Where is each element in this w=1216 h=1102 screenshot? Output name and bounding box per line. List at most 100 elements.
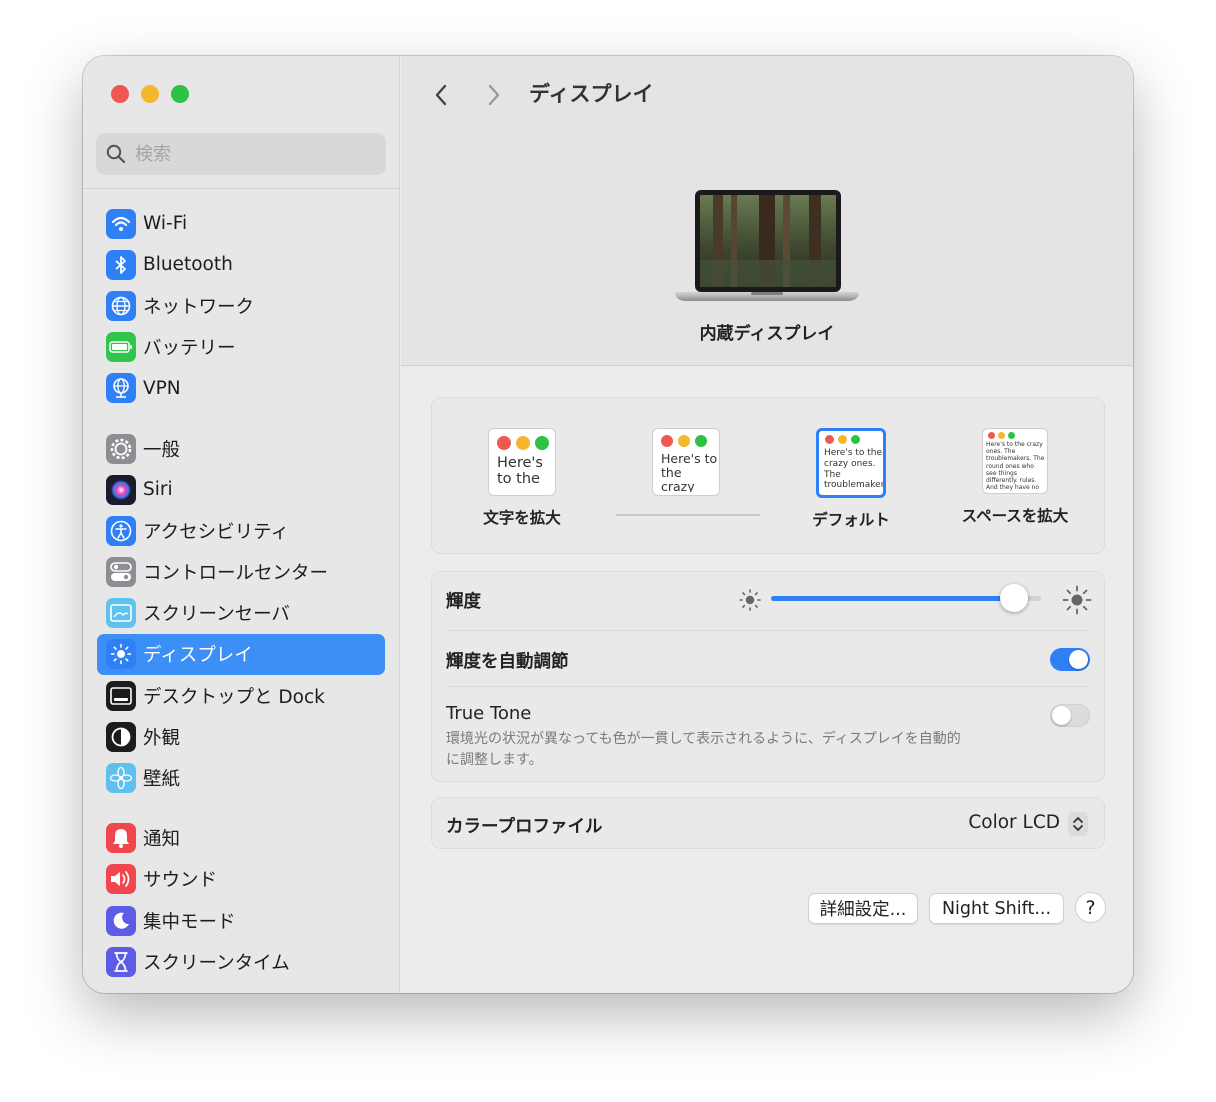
sidebar-item-siri[interactable]: Siri: [97, 469, 385, 510]
resolution-divider: [616, 514, 760, 516]
night-shift-button[interactable]: Night Shift...: [929, 893, 1064, 924]
sidebar-group: Wi-Fi Bluetooth ネットワークバッテリー VPN: [97, 203, 385, 409]
true-tone-toggle[interactable]: [1050, 704, 1090, 727]
globe-icon: [106, 290, 136, 321]
divider: [446, 630, 1090, 631]
vpn-globe-icon: [106, 373, 136, 404]
true-tone-label: True Tone: [446, 703, 532, 724]
sidebar-item-bluetooth[interactable]: Bluetooth: [97, 244, 385, 285]
brightness-fill: [771, 596, 1014, 601]
sidebar-item-label: ネットワーク: [143, 296, 255, 318]
sample-text: Here's to the crazy ones. The troublemak…: [497, 456, 543, 490]
sidebar-item-globe[interactable]: ネットワーク: [97, 285, 385, 326]
chevron-right-icon: [488, 84, 500, 106]
color-profile-panel: カラープロファイル Color LCD: [431, 797, 1105, 849]
sidebar-item-bell[interactable]: 通知: [97, 818, 385, 859]
traffic-lights: [111, 85, 189, 103]
auto-brightness-toggle[interactable]: [1050, 648, 1090, 671]
sidebar-item-moon[interactable]: 集中モード: [97, 900, 385, 941]
sidebar-item-appearance[interactable]: 外観: [97, 716, 385, 757]
sun-small-icon: [739, 589, 761, 611]
main-pane: ディスプレイ 内蔵ディスプレイ Here's to the 文字を拡大 Here…: [401, 56, 1133, 993]
resolution-thumbnail: Here's to the crazy ones. The troublemak…: [488, 428, 556, 496]
sample-text: Here's to the crazy ones. The troublemak…: [986, 441, 1045, 491]
siri-icon: [106, 474, 136, 505]
sidebar-item-label: Wi-Fi: [143, 213, 188, 235]
display-sun-icon: [106, 639, 136, 670]
resolution-panel: Here's to the crazy ones. The troublemak…: [431, 397, 1105, 554]
sidebar-item-dock[interactable]: デスクトップと Dock: [97, 675, 385, 716]
sidebar-item-accessibility[interactable]: アクセシビリティ: [97, 510, 385, 551]
moon-icon: [106, 905, 136, 936]
color-profile-popup-button[interactable]: [1068, 812, 1088, 836]
sidebar-item-speaker[interactable]: サウンド: [97, 859, 385, 900]
display-name: 内蔵ディスプレイ: [699, 324, 835, 344]
sidebar-item-label: デスクトップと Dock: [143, 686, 325, 708]
search-field[interactable]: [96, 133, 386, 175]
resolution-label: スペースを拡大: [961, 507, 1069, 525]
sidebar-item-label: Bluetooth: [143, 254, 233, 276]
sidebar-item-wifi[interactable]: Wi-Fi: [97, 203, 385, 244]
sidebar: Wi-Fi Bluetooth ネットワークバッテリー VPN 一般 Siri アクセシビリ…: [83, 56, 400, 993]
color-profile-value[interactable]: Color LCD: [968, 812, 1060, 833]
resolution-thumbnail: Here's to the crazy ones. The troublemak…: [816, 428, 886, 498]
chevron-left-icon: [435, 84, 447, 106]
brightness-panel: 輝度 輝度を自動調節 True Tone 環境光の状況が異なっても色が一貫して表…: [431, 571, 1105, 782]
sun-large-icon: [1062, 585, 1092, 615]
zoom-button[interactable]: [171, 85, 189, 103]
sidebar-item-screensaver[interactable]: スクリーンセーバ: [97, 593, 385, 634]
sidebar-item-label: スクリーンセーバ: [143, 604, 290, 626]
resolution-thumbnail: Here's to the crazy ones. The troublemak…: [652, 428, 720, 496]
speaker-icon: [106, 864, 136, 895]
resolution-option-more-space[interactable]: Here's to the crazy ones. The troublemak…: [945, 428, 1085, 526]
sample-text: Here's to the crazy ones. The troublemak…: [824, 448, 883, 490]
minimize-button[interactable]: [141, 85, 159, 103]
wallpaper-flower-icon: [106, 763, 136, 794]
sidebar-item-label: サウンド: [143, 870, 218, 892]
sidebar-item-label: コントロールセンター: [143, 563, 329, 585]
forward-button[interactable]: [479, 80, 509, 110]
resolution-option-2[interactable]: Here's to the crazy ones. The troublemak…: [616, 428, 760, 516]
accessibility-icon: [106, 515, 136, 546]
sidebar-item-label: 通知: [143, 829, 181, 851]
resolution-label: 文字を拡大: [483, 509, 561, 527]
help-button[interactable]: ?: [1075, 892, 1106, 923]
sidebar-item-vpn-globe[interactable]: VPN: [97, 368, 385, 409]
sidebar-item-label: アクセシビリティ: [143, 521, 289, 543]
dock-icon: [106, 680, 136, 711]
sidebar-item-gear[interactable]: 一般: [97, 428, 385, 469]
resolution-option-default[interactable]: Here's to the crazy ones. The troublemak…: [781, 428, 921, 530]
sidebar-item-label: 一般: [143, 439, 181, 461]
bell-icon: [106, 823, 136, 854]
sidebar-item-label: ディスプレイ: [143, 645, 253, 667]
sidebar-divider: [83, 188, 400, 189]
resolution-option-larger-text[interactable]: Here's to the crazy ones. The troublemak…: [452, 428, 592, 528]
sidebar-item-label: 外観: [143, 727, 181, 749]
gear-icon: [106, 433, 136, 464]
sidebar-item-control-center[interactable]: コントロールセンター: [97, 552, 385, 593]
brightness-slider[interactable]: [771, 584, 1041, 612]
close-button[interactable]: [111, 85, 129, 103]
sidebar-item-label: 集中モード: [143, 911, 236, 933]
sidebar-nav: Wi-Fi Bluetooth ネットワークバッテリー VPN 一般 Siri アクセシビリ…: [97, 203, 385, 993]
brightness-knob[interactable]: [1000, 584, 1028, 612]
advanced-button[interactable]: 詳細設定...: [808, 893, 918, 924]
sidebar-item-wallpaper-flower[interactable]: 壁紙: [97, 757, 385, 798]
screensaver-icon: [106, 598, 136, 629]
resolution-label: デフォルト: [812, 511, 890, 529]
hourglass-icon: [106, 946, 136, 977]
search-input[interactable]: [135, 143, 355, 165]
sidebar-item-display-sun[interactable]: ディスプレイ: [97, 633, 385, 676]
display-header: ディスプレイ 内蔵ディスプレイ: [401, 56, 1133, 366]
wifi-icon: [106, 208, 136, 239]
sidebar-item-hourglass[interactable]: スクリーンタイム: [97, 941, 385, 982]
divider: [446, 686, 1090, 687]
back-button[interactable]: [426, 80, 456, 110]
sidebar-item-label: VPN: [143, 377, 181, 399]
search-icon: [106, 144, 126, 164]
appearance-icon: [106, 721, 136, 752]
sidebar-item-label: 壁紙: [143, 769, 181, 791]
true-tone-description: 環境光の状況が異なっても色が一貫して表示されるように、ディスプレイを自動的 に調…: [446, 731, 961, 768]
system-settings-window: Wi-Fi Bluetooth ネットワークバッテリー VPN 一般 Siri アクセシビリ…: [83, 56, 1133, 993]
sidebar-item-battery[interactable]: バッテリー: [97, 327, 385, 368]
